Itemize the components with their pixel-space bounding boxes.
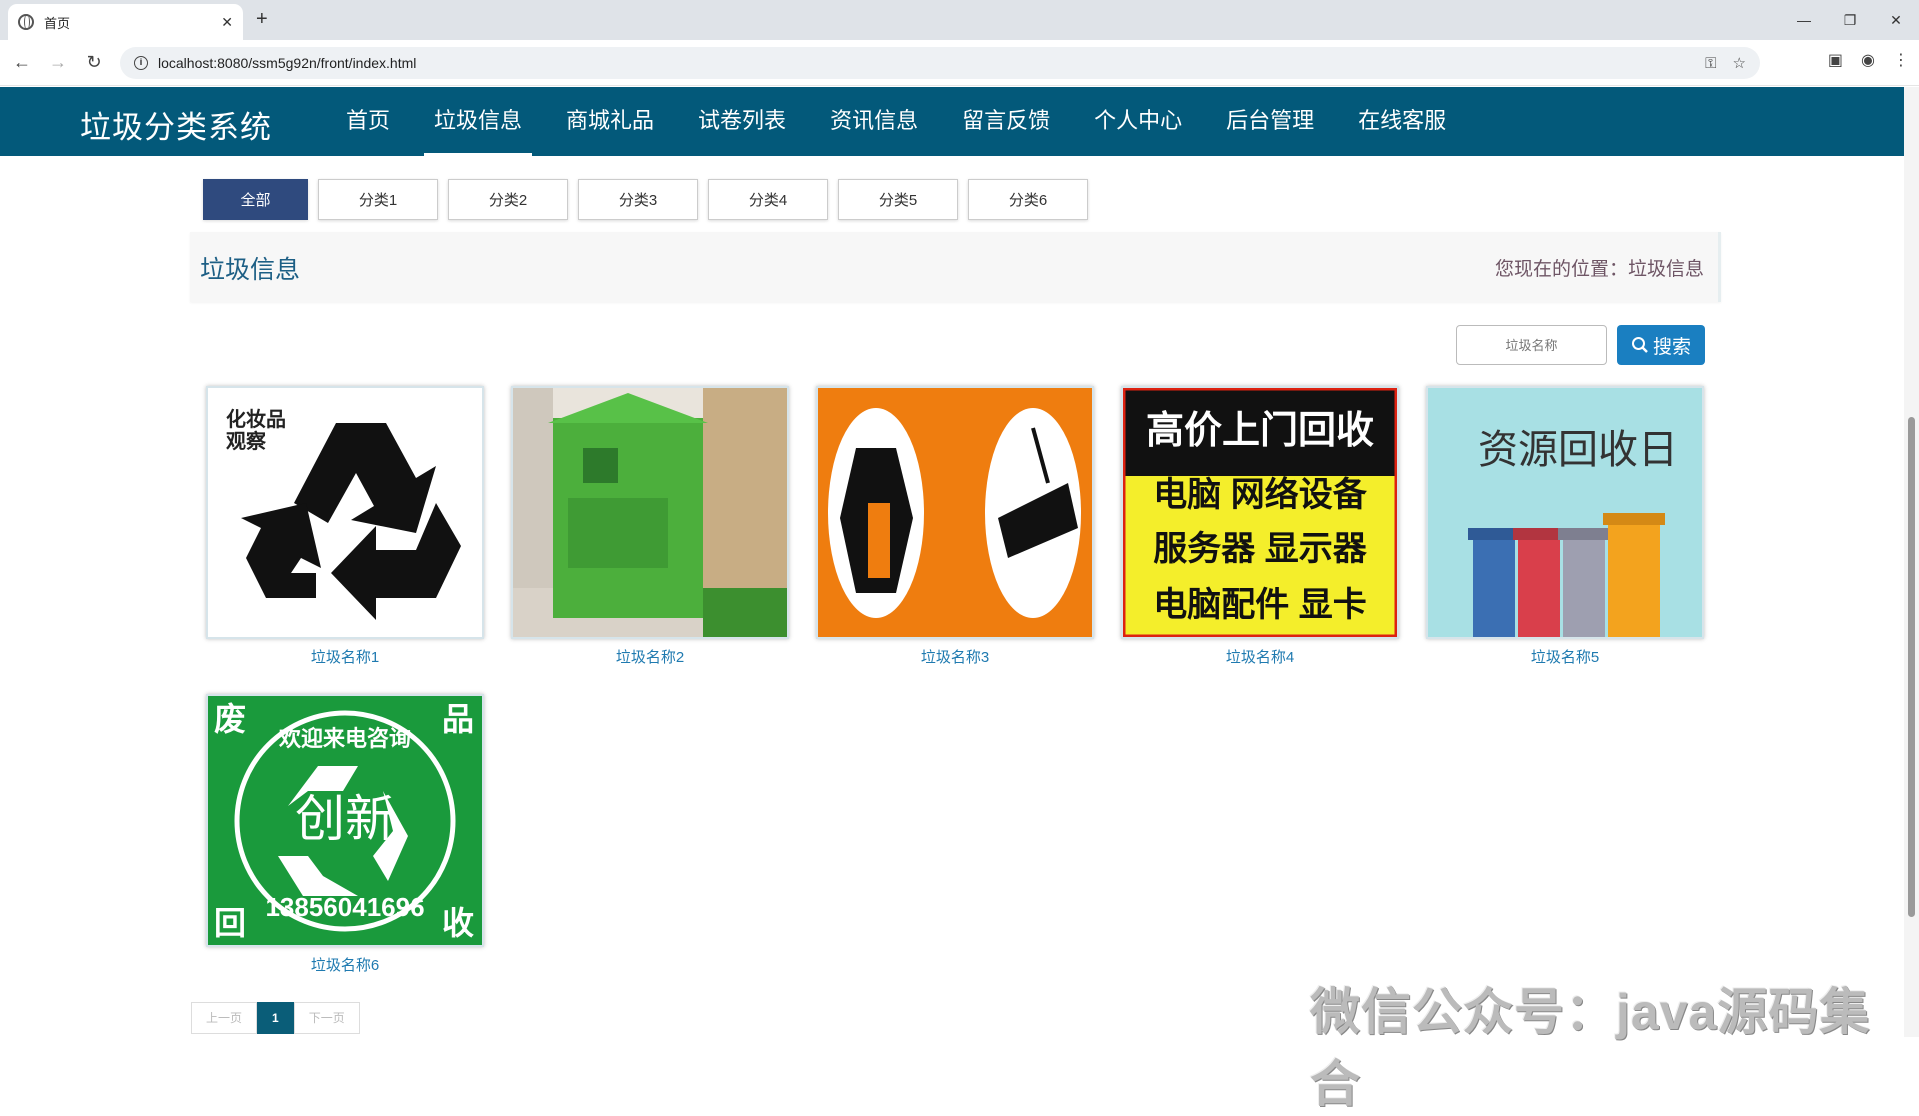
address-bar: ← → ↻ i localhost:8080/ssm5g92n/front/in… [0, 40, 1919, 86]
nav-garbage-info[interactable]: 垃圾信息 [412, 87, 544, 156]
nav-feedback[interactable]: 留言反馈 [940, 87, 1072, 156]
profile-icon[interactable]: ◉ [1861, 50, 1875, 70]
menu-icon[interactable]: ⋮ [1893, 50, 1909, 70]
browser-toolbar-right: ▣ ◉ ⋮ [1828, 50, 1909, 70]
browser-tabbar: 首页 ✕ + — ❐ ✕ [0, 0, 1919, 40]
item-name[interactable]: 垃圾名称4 [1121, 646, 1399, 667]
item-card[interactable]: 高价上门回收 电脑 网络设备 服务器 显示器 电脑配件 显卡 垃圾名称4 [1121, 386, 1399, 667]
pagination: 上一页 1 下一页 [191, 1002, 360, 1034]
url-text: localhost:8080/ssm5g92n/front/index.html [158, 55, 417, 71]
item-image-caption: 高价上门回收 [1146, 410, 1374, 452]
category-6-button[interactable]: 分类6 [968, 179, 1088, 220]
category-1-button[interactable]: 分类1 [318, 179, 438, 220]
restore-icon[interactable]: ❐ [1827, 0, 1873, 40]
item-card[interactable]: 资源回收日 垃圾名称5 [1426, 386, 1704, 667]
site-header: 垃圾分类系统 首页 垃圾信息 商城礼品 试卷列表 资讯信息 留言反馈 个人中心 … [0, 87, 1904, 156]
item-image[interactable]: 化妆品 观察 [206, 386, 484, 639]
new-tab-icon[interactable]: + [256, 8, 268, 31]
next-page-button[interactable]: 下一页 [293, 1002, 360, 1034]
nav-gift-shop[interactable]: 商城礼品 [544, 87, 676, 156]
item-name[interactable]: 垃圾名称6 [206, 954, 484, 975]
item-image-caption: 资源回收日 [1478, 428, 1678, 472]
tab-title: 首页 [44, 15, 71, 31]
item-image-caption: 13856041696 [265, 892, 424, 922]
nav-admin[interactable]: 后台管理 [1204, 87, 1336, 156]
item-card[interactable]: 废 品 回 收 欢迎来电咨询 创新 13856041696 垃圾名称6 [206, 694, 484, 975]
item-image[interactable]: 废 品 回 收 欢迎来电咨询 创新 13856041696 [206, 694, 484, 947]
forward-icon[interactable]: → [40, 52, 76, 73]
item-image-caption: 观察 [226, 429, 267, 453]
item-image-caption: 电脑 网络设备 [1153, 475, 1367, 514]
search-button-label: 搜索 [1652, 336, 1691, 358]
page-scrollbar[interactable] [1904, 87, 1919, 1037]
category-3-button[interactable]: 分类3 [578, 179, 698, 220]
item-image[interactable] [511, 386, 789, 639]
item-image-caption: 收 [442, 905, 474, 941]
item-image-caption: 电脑配件 显卡 [1153, 586, 1366, 624]
search-button[interactable]: 搜索 [1617, 325, 1705, 365]
nav-news[interactable]: 资讯信息 [808, 87, 940, 156]
item-card[interactable]: 垃圾名称3 [816, 386, 1094, 667]
item-name[interactable]: 垃圾名称3 [816, 646, 1094, 667]
minimize-icon[interactable]: — [1781, 0, 1827, 40]
close-tab-icon[interactable]: ✕ [221, 14, 233, 31]
item-image[interactable] [816, 386, 1094, 639]
item-name[interactable]: 垃圾名称1 [206, 646, 484, 667]
main-nav: 首页 垃圾信息 商城礼品 试卷列表 资讯信息 留言反馈 个人中心 后台管理 在线… [324, 87, 1468, 156]
page-1-button[interactable]: 1 [257, 1002, 294, 1034]
item-card[interactable]: 垃圾名称2 [511, 386, 789, 667]
item-name[interactable]: 垃圾名称5 [1426, 646, 1704, 667]
bookmark-star-icon[interactable]: ☆ [1733, 54, 1746, 72]
item-image-caption: 化妆品 [226, 407, 286, 431]
category-4-button[interactable]: 分类4 [708, 179, 828, 220]
item-name[interactable]: 垃圾名称2 [511, 646, 789, 667]
back-icon[interactable]: ← [4, 52, 40, 73]
watermark: 微信公众号：java源码集合 [1310, 984, 1871, 1112]
item-image[interactable]: 高价上门回收 电脑 网络设备 服务器 显示器 电脑配件 显卡 [1121, 386, 1399, 639]
category-all-button[interactable]: 全部 [203, 179, 308, 220]
breadcrumb-bar: 垃圾信息 您现在的位置：垃圾信息 [190, 232, 1721, 302]
item-image-caption: 废 [214, 701, 246, 737]
reload-icon[interactable]: ↻ [76, 52, 112, 73]
category-filter: 全部 分类1 分类2 分类3 分类4 分类5 分类6 [203, 179, 1088, 220]
search-icon [1631, 337, 1648, 353]
browser-tab[interactable]: 首页 ✕ [8, 4, 243, 40]
globe-icon [18, 14, 34, 30]
window-controls: — ❐ ✕ [1781, 0, 1919, 40]
url-field[interactable]: i localhost:8080/ssm5g92n/front/index.ht… [120, 47, 1760, 79]
nav-customer-service[interactable]: 在线客服 [1336, 87, 1468, 156]
item-image-caption: 回 [214, 905, 246, 941]
item-image-caption: 服务器 显示器 [1153, 530, 1367, 568]
search-input[interactable] [1456, 325, 1607, 365]
item-image-caption: 品 [442, 701, 474, 737]
category-2-button[interactable]: 分类2 [448, 179, 568, 220]
item-image[interactable]: 资源回收日 [1426, 386, 1704, 639]
nav-home[interactable]: 首页 [324, 87, 412, 156]
site-logo[interactable]: 垃圾分类系统 [80, 102, 272, 147]
site-info-icon[interactable]: i [134, 56, 148, 70]
close-window-icon[interactable]: ✕ [1873, 0, 1919, 40]
item-image-caption: 创新 [295, 791, 395, 847]
scrollbar-thumb[interactable] [1908, 417, 1915, 917]
nav-exam-list[interactable]: 试卷列表 [676, 87, 808, 156]
reading-list-icon[interactable]: ▣ [1828, 50, 1843, 70]
key-icon[interactable]: ⚿ [1705, 55, 1716, 72]
item-card[interactable]: 化妆品 观察 垃圾名称1 [206, 386, 484, 667]
category-5-button[interactable]: 分类5 [838, 179, 958, 220]
breadcrumb: 您现在的位置：垃圾信息 [1494, 259, 1704, 280]
page-title: 垃圾信息 [200, 256, 301, 284]
item-image-caption: 欢迎来电咨询 [278, 726, 411, 751]
nav-profile[interactable]: 个人中心 [1072, 87, 1204, 156]
prev-page-button[interactable]: 上一页 [191, 1002, 258, 1034]
